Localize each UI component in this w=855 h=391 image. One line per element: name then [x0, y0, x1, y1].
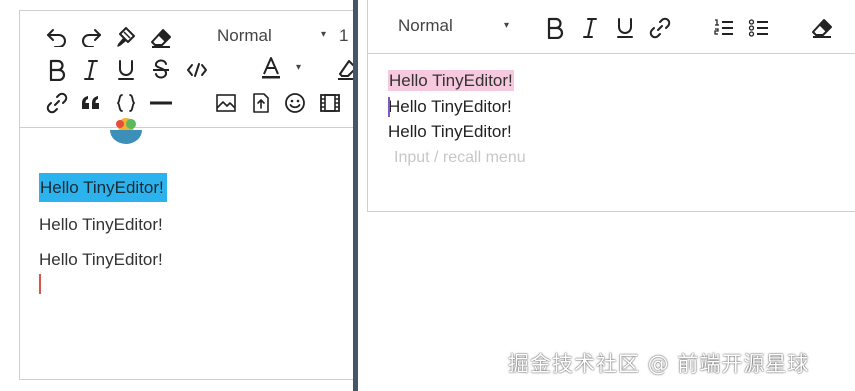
- redo-icon: [82, 29, 101, 47]
- italic-button[interactable]: [78, 57, 104, 83]
- emoji-button[interactable]: [282, 90, 308, 116]
- file-upload-button[interactable]: [248, 90, 274, 116]
- paragraph-2[interactable]: Hello TinyEditor!: [39, 215, 163, 235]
- right-toolbar: Normal ▾: [368, 0, 855, 54]
- code-icon: [187, 63, 207, 77]
- bold-button[interactable]: [542, 15, 568, 41]
- chevron-down-icon: ▾: [321, 29, 327, 40]
- paragraph-1[interactable]: Hello TinyEditor!: [388, 70, 514, 91]
- underline-icon: [118, 60, 134, 80]
- blockquote-button[interactable]: [78, 90, 104, 116]
- italic-button[interactable]: [577, 15, 603, 41]
- paragraph-3[interactable]: Hello TinyEditor!: [388, 122, 512, 142]
- ordered-list-icon: [714, 19, 733, 35]
- split-divider[interactable]: [353, 0, 358, 391]
- header-select[interactable]: Normal: [398, 16, 453, 36]
- format-painter-icon: [117, 27, 135, 47]
- eraser-icon: [812, 19, 832, 38]
- size-select-value: 1: [339, 26, 349, 45]
- font-color-icon: [262, 57, 280, 79]
- code-button[interactable]: [184, 57, 210, 83]
- font-color-caret[interactable]: ▾: [296, 62, 301, 73]
- paragraph-3[interactable]: Hello TinyEditor!: [39, 250, 163, 270]
- bold-icon: [547, 17, 564, 39]
- header-select[interactable]: Normal: [217, 26, 272, 46]
- clear-format-button[interactable]: [809, 15, 835, 41]
- underline-button[interactable]: [113, 57, 139, 83]
- quote-icon: [82, 96, 99, 109]
- bullet-list-button[interactable]: [746, 15, 772, 41]
- paragraph-1[interactable]: Hello TinyEditor!: [39, 173, 167, 202]
- chevron-down-icon: ▾: [504, 20, 510, 31]
- strike-button[interactable]: [148, 57, 174, 83]
- text-cursor: [39, 274, 41, 294]
- code-block-button[interactable]: [113, 90, 139, 116]
- left-editor-content[interactable]: Hello TinyEditor! Hello TinyEditor! Hell…: [20, 129, 353, 379]
- link-button[interactable]: [44, 90, 70, 116]
- horizontal-rule-icon: [150, 101, 172, 105]
- clear-format-button[interactable]: [148, 25, 174, 51]
- format-painter-button[interactable]: [113, 24, 139, 50]
- italic-icon: [84, 60, 98, 80]
- bullet-list-icon: [748, 19, 768, 37]
- left-editor: Normal ▾ 1 ▾ Hello TinyEditor! Hello Tin…: [19, 10, 353, 380]
- text-cursor: [388, 97, 390, 117]
- bold-icon: [49, 59, 66, 81]
- image-button[interactable]: [213, 90, 239, 116]
- undo-button[interactable]: [44, 24, 70, 50]
- film-icon: [320, 94, 340, 112]
- file-upload-icon: [253, 93, 269, 113]
- quick-menu-placeholder[interactable]: Input / recall menu: [394, 149, 526, 167]
- underline-icon: [617, 18, 633, 38]
- divider-button[interactable]: [148, 90, 174, 116]
- eraser-icon: [151, 29, 171, 48]
- header-select-caret[interactable]: ▾: [321, 29, 326, 40]
- background-color-button[interactable]: [334, 57, 353, 83]
- header-select-value: Normal: [398, 16, 453, 35]
- highlighted-text[interactable]: Hello TinyEditor!: [388, 70, 514, 91]
- braces-icon: [116, 94, 136, 112]
- link-icon: [46, 92, 68, 114]
- link-button[interactable]: [647, 15, 673, 41]
- italic-icon: [583, 18, 597, 38]
- ordered-list-button[interactable]: [711, 15, 737, 41]
- size-select[interactable]: 1: [339, 26, 348, 46]
- redo-button[interactable]: [78, 24, 104, 50]
- selected-text[interactable]: Hello TinyEditor!: [39, 173, 167, 202]
- paragraph-2[interactable]: Hello TinyEditor!: [388, 97, 512, 117]
- watermark: 掘金技术社区 @ 前端开源星球: [508, 352, 810, 376]
- chevron-down-icon: ▾: [296, 62, 302, 73]
- highlighter-icon: [338, 60, 353, 80]
- header-select-value: Normal: [217, 26, 272, 45]
- right-editor-content[interactable]: Hello TinyEditor! Hello TinyEditor! Hell…: [368, 55, 855, 211]
- left-toolbar: Normal ▾ 1 ▾: [20, 11, 353, 144]
- right-editor: Normal ▾ Hello TinyEditor! Hello TinyEdi…: [367, 0, 855, 212]
- underline-button[interactable]: [612, 15, 638, 41]
- undo-icon: [47, 29, 66, 47]
- video-button[interactable]: [317, 90, 343, 116]
- emoji-icon: [285, 93, 305, 113]
- strikethrough-icon: [153, 59, 169, 79]
- image-icon: [216, 94, 236, 112]
- bold-button[interactable]: [44, 57, 70, 83]
- link-icon: [649, 17, 671, 39]
- font-color-button[interactable]: [258, 55, 284, 81]
- header-select-caret[interactable]: ▾: [504, 20, 509, 31]
